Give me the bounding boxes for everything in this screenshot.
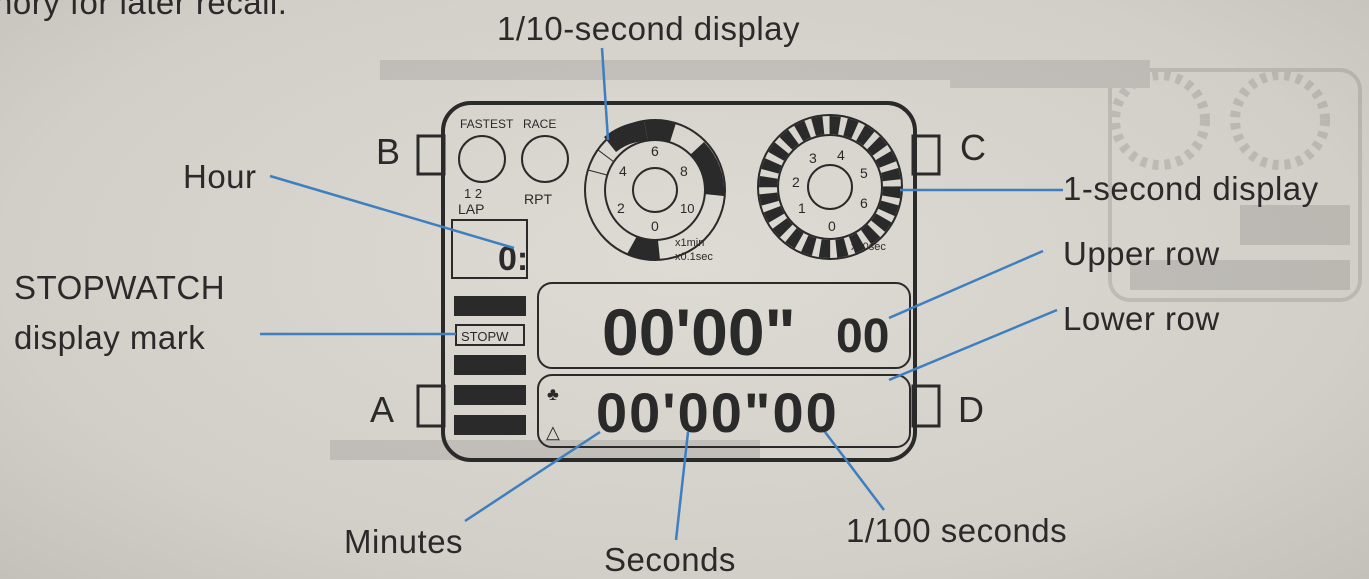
leader-tenth-second [600, 47, 610, 141]
rpt-text: RPT [524, 191, 552, 207]
lap-numbers: 1 2 [464, 186, 482, 201]
one-second-dial [757, 114, 903, 260]
second-dial-num-6: 6 [860, 195, 868, 211]
tenth-dial-num-6: 6 [651, 143, 659, 159]
second-dial-num-4: 4 [837, 147, 845, 163]
leader-hundredths [824, 431, 885, 511]
mode-mark-3 [454, 355, 526, 375]
tenth-dial-scale-sec: x0.1sec [675, 251, 713, 263]
second-dial-num-1: 1 [798, 200, 806, 216]
upper-row-digits: 00'00" [602, 295, 796, 369]
leader-upper-row [888, 249, 1044, 320]
race-indicator [521, 135, 569, 183]
second-dial-scale: x10sec [851, 241, 886, 253]
stopw-mark-text: STOPW [461, 329, 509, 344]
button-a [416, 384, 446, 428]
fastest-text: FASTEST [460, 117, 514, 131]
lap-text: LAP [458, 201, 484, 217]
leader-seconds [674, 431, 690, 541]
chime-icon: △ [546, 422, 560, 442]
tenth-dial-num-4: 4 [619, 163, 627, 179]
mode-mark-5 [454, 415, 526, 435]
button-b [416, 134, 446, 176]
tenth-dial-num-10: 10 [680, 201, 694, 216]
mode-mark-1 [454, 296, 526, 316]
race-text: RACE [523, 117, 556, 131]
fastest-indicator [458, 135, 506, 183]
watch-diagram: FASTEST RACE 1 2 LAP RPT 6 4 8 2 10 0 x1… [260, 47, 1063, 541]
upper-row-hundredths: 00 [836, 310, 889, 363]
second-dial-num-5: 5 [860, 165, 868, 181]
tenth-dial-num-2: 2 [617, 200, 625, 216]
leader-minutes [464, 430, 601, 523]
tenth-dial-num-0: 0 [651, 218, 659, 234]
second-dial-num-0: 0 [828, 218, 836, 234]
tenth-dial-scale-min: x1min [675, 237, 704, 249]
lower-row-digits: 00'00"00 [596, 381, 839, 444]
second-dial-num-2: 2 [792, 174, 800, 190]
second-dial-num-3: 3 [809, 150, 817, 166]
mode-mark-4 [454, 385, 526, 405]
alarm-bell-icon: ♣ [547, 384, 559, 404]
tenth-dial-num-8: 8 [680, 163, 688, 179]
